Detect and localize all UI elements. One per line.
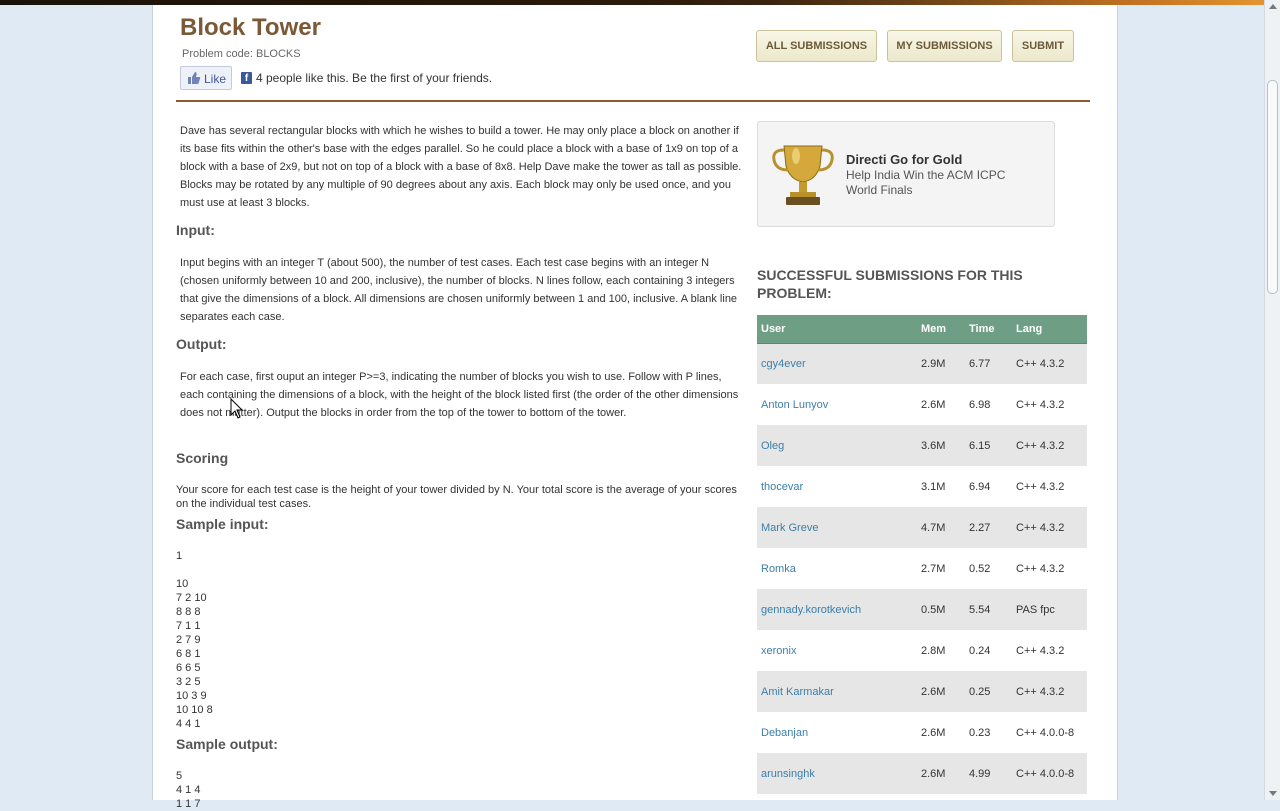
user-link[interactable]: Oleg [757,425,917,467]
user-link[interactable]: Amit Karmakar [757,671,917,713]
intro-paragraph: Dave has several rectangular blocks with… [180,125,742,209]
user-link[interactable]: thocevar [757,466,917,508]
table-row: cgy4ever 2.9M 6.77 C++ 4.3.2 [757,343,1087,385]
header-divider [176,100,1090,102]
time-cell: 0.25 [965,671,1012,713]
mem-cell: 2.6M [917,384,965,426]
time-cell: 4.99 [965,753,1012,795]
table-row: xeronix 2.8M 0.24 C++ 4.3.2 [757,630,1087,672]
lang-cell: C++ 4.3.2 [1012,425,1087,467]
user-link[interactable]: cgy4ever [757,343,917,385]
user-link[interactable]: gennady.korotkevich [757,589,917,631]
mem-cell: 4.7M [917,507,965,549]
input-paragraph: Input begins with an integer T (about 50… [180,257,738,323]
problem-code: Problem code: BLOCKS [182,48,301,60]
time-cell: 5.54 [965,589,1012,631]
submissions-table: User Mem Time Lang cgy4ever 2.9M 6.77 C+… [757,315,1087,795]
submit-button[interactable]: SUBMIT [1012,30,1074,62]
column-header-time: Time [965,315,1012,344]
mem-cell: 2.7M [917,548,965,590]
sample-output-block: 5 4 1 4 1 1 7 [176,770,201,810]
user-link[interactable]: Debanjan [757,712,917,754]
table-row: Amit Karmakar 2.6M 0.25 C++ 4.3.2 [757,671,1087,713]
thumbs-up-icon [188,72,201,84]
trophy-icon [772,145,834,205]
table-header-row: User Mem Time Lang [757,315,1087,344]
all-submissions-button[interactable]: ALL SUBMISSIONS [756,30,877,62]
successful-submissions-heading: SUCCESSFUL SUBMISSIONS FOR THIS PROBLEM: [757,267,1023,301]
lang-cell: C++ 4.3.2 [1012,466,1087,508]
lang-cell: PAS fpc [1012,589,1087,631]
time-cell: 2.27 [965,507,1012,549]
scrollbar-thumb[interactable] [1267,80,1278,294]
time-cell: 6.15 [965,425,1012,467]
time-cell: 0.23 [965,712,1012,754]
table-row: Mark Greve 4.7M 2.27 C++ 4.3.2 [757,507,1087,549]
lang-cell: C++ 4.3.2 [1012,343,1087,385]
input-heading: Input: [176,222,215,238]
output-heading: Output: [176,336,227,352]
table-row: thocevar 3.1M 6.94 C++ 4.3.2 [757,466,1087,508]
scoring-heading: Scoring [176,450,229,466]
table-row: Debanjan 2.6M 0.23 C++ 4.0.0-8 [757,712,1087,754]
table-row: gennady.korotkevich 0.5M 5.54 PAS fpc [757,589,1087,631]
lang-cell: C++ 4.3.2 [1012,630,1087,672]
lang-cell: C++ 4.3.2 [1012,384,1087,426]
time-cell: 6.77 [965,343,1012,385]
promo-banner[interactable]: Directi Go for Gold Help India Win the A… [757,121,1055,227]
scoring-paragraph: Your score for each test case is the hei… [176,484,737,510]
user-link[interactable]: arunsinghk [757,753,917,795]
sample-input-block: 1 10 7 2 10 8 8 8 7 1 1 2 7 9 6 8 1 6 6 … [176,550,213,730]
lang-cell: C++ 4.0.0-8 [1012,753,1087,795]
mouse-cursor-icon [230,398,244,419]
scroll-up-arrow-icon[interactable] [1269,4,1277,9]
mem-cell: 3.1M [917,466,965,508]
column-header-lang: Lang [1012,315,1087,344]
mem-cell: 2.6M [917,671,965,713]
column-header-user: User [757,315,917,344]
mem-cell: 3.6M [917,425,965,467]
like-count-text: 4 people like this. Be the first of your… [256,71,493,85]
time-cell: 6.98 [965,384,1012,426]
sample-input-heading: Sample input: [176,516,269,532]
facebook-like-button[interactable]: Like [180,66,232,90]
mem-cell: 2.9M [917,343,965,385]
problem-title: Block Tower [180,14,321,41]
mem-cell: 2.6M [917,753,965,795]
time-cell: 0.52 [965,548,1012,590]
like-label: Like [204,72,227,86]
table-row: Anton Lunyov 2.6M 6.98 C++ 4.3.2 [757,384,1087,426]
column-header-mem: Mem [917,315,965,344]
user-link[interactable]: Anton Lunyov [757,384,917,426]
promo-title: Directi Go for Gold [846,152,963,167]
mem-cell: 2.8M [917,630,965,672]
vertical-scrollbar[interactable] [1264,0,1280,800]
lang-cell: C++ 4.0.0-8 [1012,712,1087,754]
promo-line-1: Help India Win the ACM ICPC [846,168,1006,182]
time-cell: 6.94 [965,466,1012,508]
output-paragraph: For each case, first ouput an integer P>… [180,371,739,419]
my-submissions-button[interactable]: MY SUBMISSIONS [887,30,1002,62]
lang-cell: C++ 4.3.2 [1012,548,1087,590]
lang-cell: C++ 4.3.2 [1012,507,1087,549]
lang-cell: C++ 4.3.2 [1012,671,1087,713]
user-link[interactable]: Romka [757,548,917,590]
table-row: Oleg 3.6M 6.15 C++ 4.3.2 [757,425,1087,467]
problem-page: Block Tower Problem code: BLOCKS Like f … [152,5,1118,810]
user-link[interactable]: xeronix [757,630,917,672]
mem-cell: 2.6M [917,712,965,754]
user-link[interactable]: Mark Greve [757,507,917,549]
mem-cell: 0.5M [917,589,965,631]
time-cell: 0.24 [965,630,1012,672]
scroll-down-arrow-icon[interactable] [1269,791,1277,796]
promo-line-2: World Finals [846,183,913,197]
table-row: Romka 2.7M 0.52 C++ 4.3.2 [757,548,1087,590]
table-row: arunsinghk 2.6M 4.99 C++ 4.0.0-8 [757,753,1087,795]
sample-output-heading: Sample output: [176,736,278,752]
facebook-icon: f [241,72,252,84]
